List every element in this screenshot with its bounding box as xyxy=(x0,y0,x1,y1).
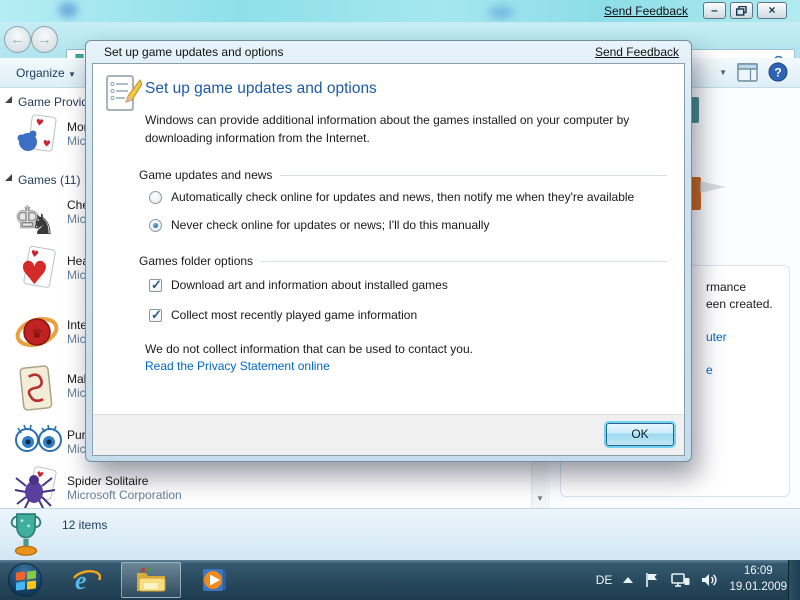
radio-icon[interactable] xyxy=(149,191,162,204)
privacy-note: We do not collect information that can b… xyxy=(145,342,473,356)
show-desktop-button[interactable] xyxy=(788,560,800,600)
windows-flag-icon xyxy=(27,570,36,579)
group-folder-options: Games folder options xyxy=(139,254,671,268)
group-header-games[interactable]: Games (11) xyxy=(18,173,80,187)
action-center-flag-icon[interactable] xyxy=(644,572,660,588)
checkbox-label: Download art and information about insta… xyxy=(171,278,448,292)
clipped-text: rmance xyxy=(706,280,746,294)
volume-icon[interactable] xyxy=(701,572,718,588)
language-indicator[interactable]: DE xyxy=(596,573,613,587)
window-send-feedback-link[interactable]: Send Feedback xyxy=(604,4,688,18)
radio-option-auto-check[interactable]: Automatically check online for updates a… xyxy=(149,190,634,204)
dialog-description: Windows can provide additional informati… xyxy=(145,111,693,147)
desktop-screen: Send Feedback – × ← → ▼ ↻ Search Games xyxy=(0,0,800,600)
radio-selected-icon[interactable] xyxy=(149,219,162,232)
restore-icon xyxy=(736,6,747,16)
hearts-icon: ♥ ♥ xyxy=(14,246,58,294)
internet-explorer-icon: e xyxy=(71,565,101,595)
items-count-label: 12 items xyxy=(62,518,107,532)
checkbox-checked-icon[interactable] xyxy=(149,309,162,322)
radio-option-never-check[interactable]: Never check online for updates or news; … xyxy=(149,218,489,232)
options-document-pencil-icon xyxy=(104,74,142,114)
eyes-icon xyxy=(14,420,64,456)
group-label: Game updates and news xyxy=(139,168,272,182)
restore-button[interactable] xyxy=(730,2,753,19)
radio-label: Automatically check online for updates a… xyxy=(171,190,634,204)
mahjong-icon xyxy=(14,364,58,414)
games-trophy-icon xyxy=(9,511,43,559)
svg-text:♥: ♥ xyxy=(35,118,44,129)
organize-button[interactable]: Organize ▼ xyxy=(8,63,84,83)
collapse-arrow-icon[interactable] xyxy=(5,174,12,181)
game-publisher: Microsoft Corporation xyxy=(67,488,182,502)
clock-date: 19.01.2009 xyxy=(729,580,787,596)
dialog-heading: Set up game updates and options xyxy=(145,80,377,98)
collapse-arrow-icon[interactable] xyxy=(5,96,12,103)
views-chevron-icon[interactable]: ▼ xyxy=(719,68,727,77)
ok-button[interactable]: OK xyxy=(606,423,674,446)
windows-flag-icon xyxy=(27,580,36,589)
game-name: Spider Solitaire xyxy=(67,474,148,488)
checkbox-label: Collect most recently played game inform… xyxy=(171,308,417,322)
chevron-down-icon: ▼ xyxy=(68,70,76,79)
status-bar: 12 items xyxy=(0,508,800,560)
chess-icon: ♚ ♞ xyxy=(14,190,58,238)
hidden-artwork-arrow xyxy=(700,181,726,193)
dialog-footer: OK xyxy=(93,414,684,455)
svg-text:e: e xyxy=(75,566,87,595)
clipped-text: een created. xyxy=(706,297,773,311)
group-game-updates: Game updates and news xyxy=(139,168,671,182)
list-item-spider-solitaire[interactable]: ♥ Spider Solitaire Microsoft Corporation xyxy=(14,466,314,508)
forward-button[interactable]: → xyxy=(31,26,58,53)
close-button[interactable]: × xyxy=(757,2,787,19)
help-icon[interactable]: ? xyxy=(768,62,788,82)
back-button[interactable]: ← xyxy=(4,26,31,53)
start-button[interactable] xyxy=(8,563,42,597)
svg-text:?: ? xyxy=(774,66,781,80)
show-hidden-icons-icon[interactable] xyxy=(623,577,633,583)
clock-time: 16:09 xyxy=(729,564,787,580)
svg-text:♥: ♥ xyxy=(20,254,49,292)
taskbar: e DE xyxy=(0,560,800,600)
scroll-down-icon[interactable]: ▼ xyxy=(533,491,547,506)
windows-flag-icon xyxy=(16,571,25,580)
checkbox-option-download-art[interactable]: Download art and information about insta… xyxy=(149,278,448,292)
puzzle-card-icon: ♥ ♥ xyxy=(14,112,58,160)
clipped-link[interactable]: e xyxy=(706,363,713,377)
taskbar-ie-button[interactable]: e xyxy=(64,562,108,598)
spider-icon: ♥ xyxy=(14,466,60,508)
dialog-title: Set up game updates and options xyxy=(104,45,283,59)
taskbar-media-player-button[interactable] xyxy=(192,562,236,598)
dialog-body: Set up game updates and options Windows … xyxy=(92,63,685,456)
checkbox-checked-icon[interactable] xyxy=(149,279,162,292)
taskbar-explorer-button[interactable] xyxy=(121,562,181,598)
views-icon[interactable] xyxy=(737,63,758,82)
svg-text:♛: ♛ xyxy=(31,327,43,342)
system-tray: DE 16:09 19.01.2009 xyxy=(596,560,787,600)
radio-label: Never check online for updates or news; … xyxy=(171,218,489,232)
network-icon[interactable] xyxy=(671,572,690,588)
dialog-send-feedback-link[interactable]: Send Feedback xyxy=(595,45,679,59)
svg-text:♞: ♞ xyxy=(30,208,55,238)
folder-icon xyxy=(135,566,167,594)
organize-label: Organize xyxy=(16,66,65,80)
blurred-window-icon xyxy=(58,2,78,18)
privacy-statement-link[interactable]: Read the Privacy Statement online xyxy=(145,359,330,373)
window-titlebar: Send Feedback – × xyxy=(0,0,800,22)
media-player-icon xyxy=(199,565,229,595)
group-label: Games folder options xyxy=(139,254,253,268)
checkbox-option-collect-recent[interactable]: Collect most recently played game inform… xyxy=(149,308,417,322)
clipped-link[interactable]: uter xyxy=(706,330,727,344)
svg-text:♥: ♥ xyxy=(42,139,51,150)
game-options-dialog: Set up game updates and options Send Fee… xyxy=(85,40,692,462)
taskbar-clock[interactable]: 16:09 19.01.2009 xyxy=(729,564,787,595)
minimize-button[interactable]: – xyxy=(703,2,726,19)
windows-flag-icon xyxy=(16,581,25,590)
blurred-glass-reflection xyxy=(488,6,514,19)
checkers-icon: ♛ xyxy=(14,310,60,356)
